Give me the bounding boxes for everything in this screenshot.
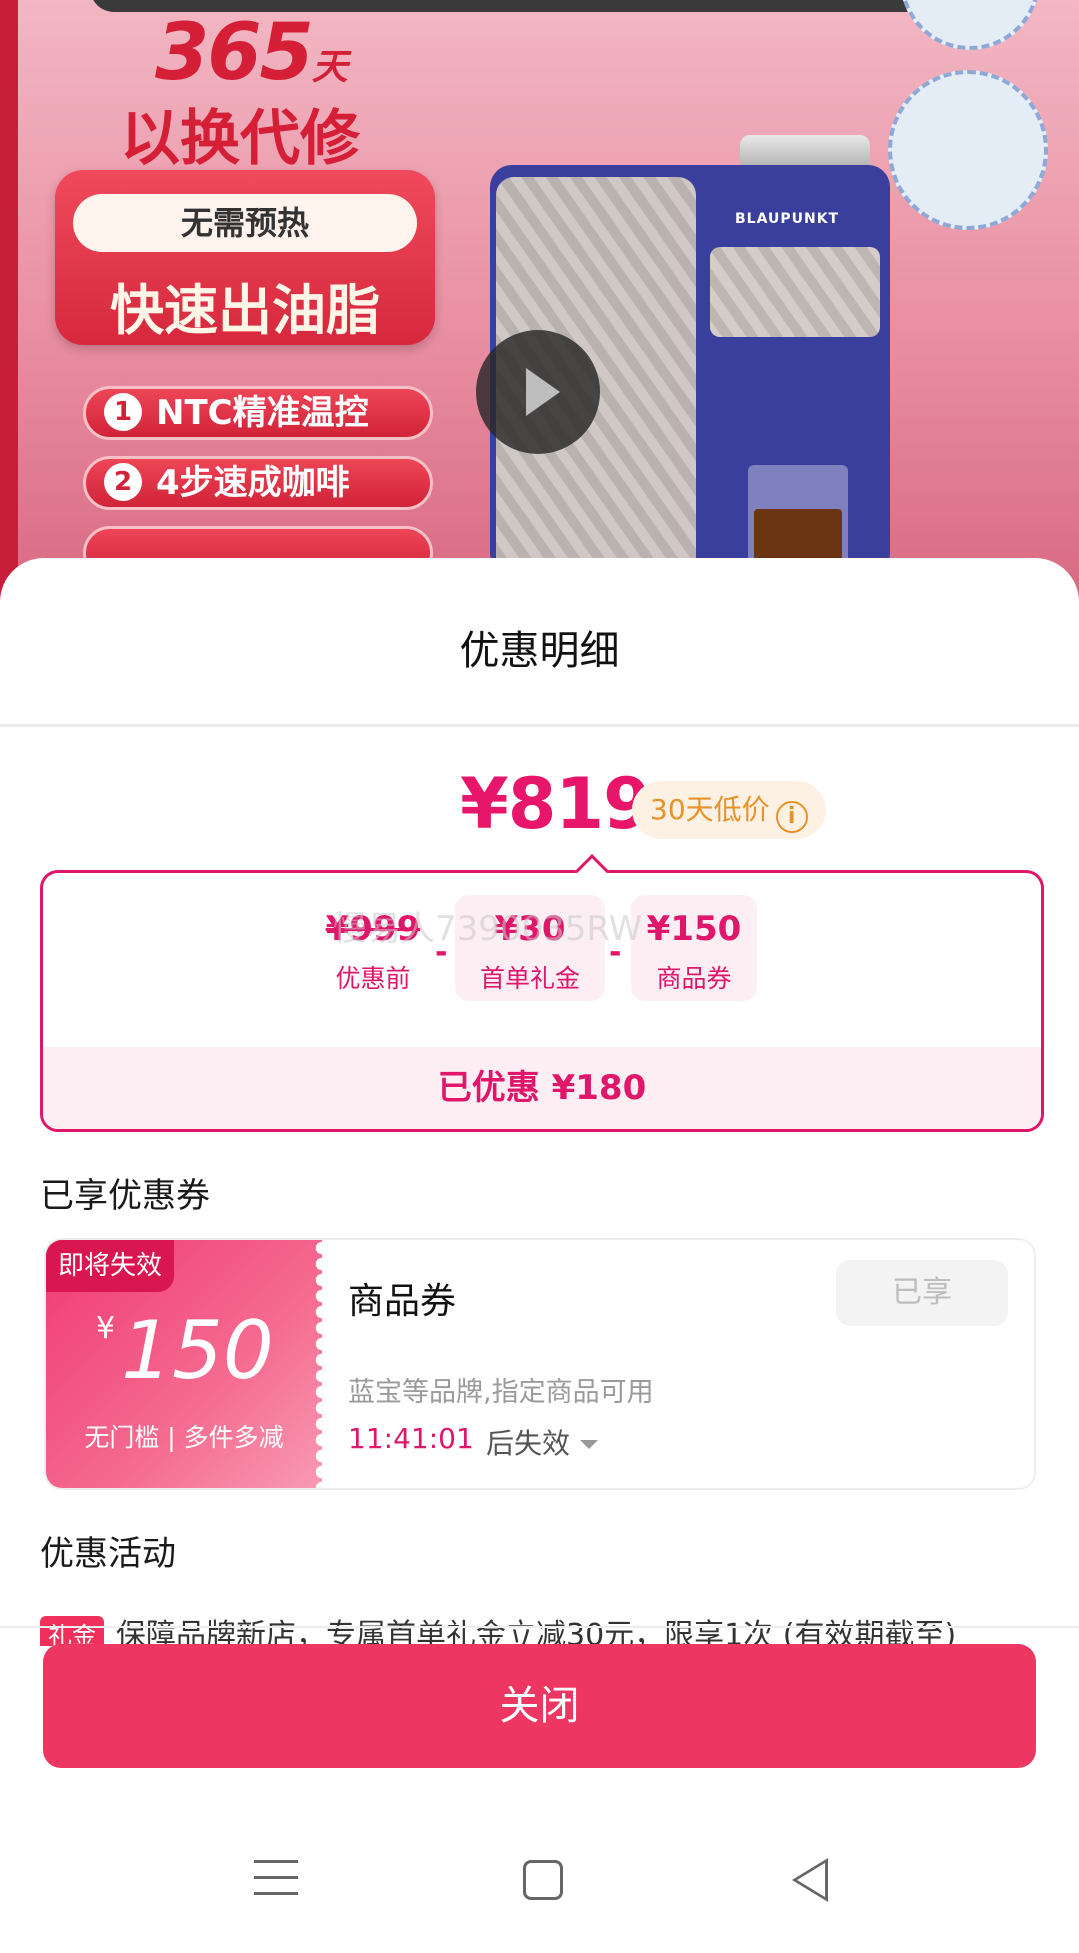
breakdown-coupon: ¥150 商品券 bbox=[631, 895, 757, 1001]
activity-item[interactable]: 礼金 保障品牌新店，专属首单礼金立减30元，限享1次 (有效期截至) bbox=[40, 1616, 1040, 1646]
banner-edge bbox=[0, 0, 18, 600]
breakdown-gift: ¥30 首单礼金 bbox=[455, 895, 605, 1001]
expiring-tag: 即将失效 bbox=[46, 1240, 175, 1292]
coupon-amount: ¥150 bbox=[96, 1304, 274, 1397]
sheet-title: 优惠明细 bbox=[459, 628, 620, 674]
temperature-badge bbox=[888, 70, 1048, 230]
coupon-description: 蓝宝等品牌,指定商品可用 bbox=[348, 1377, 654, 1408]
minus-sign: - bbox=[609, 935, 622, 970]
title-divider bbox=[0, 724, 1079, 727]
promo-card: 无需预热 快速出油脂 bbox=[55, 170, 435, 345]
promo-days: 365天 bbox=[155, 8, 348, 98]
play-icon[interactable] bbox=[476, 330, 600, 454]
saved-total: 已优惠 ¥180 bbox=[43, 1047, 1041, 1129]
price-breakdown-box: ¥999 优惠前 - ¥30 首单礼金 - ¥150 商品券 慢易人739003… bbox=[40, 854, 1044, 1132]
minus-sign: - bbox=[435, 935, 448, 970]
promo-repair-text: 以换代修 bbox=[120, 104, 360, 174]
coupon-countdown: 11:41:01 bbox=[348, 1422, 474, 1455]
low-price-badge[interactable]: 30天低价 i bbox=[632, 781, 826, 839]
coupon-card[interactable]: 即将失效 ¥150 无门槛 | 多件多减 商品券 已享 蓝宝等品牌,指定商品可用… bbox=[44, 1238, 1036, 1490]
system-nav-bar bbox=[0, 1840, 1079, 1953]
machine-brand: BLAUPUNKT bbox=[735, 211, 840, 227]
coupon-used-button[interactable]: 已享 bbox=[836, 1260, 1008, 1326]
info-icon[interactable]: i bbox=[775, 801, 808, 833]
low-price-label: 30天低价 bbox=[650, 793, 770, 826]
promo-feature-1: 1 NTC精准温控 bbox=[83, 386, 433, 440]
coupon-value-panel: 即将失效 ¥150 无门槛 | 多件多减 bbox=[46, 1240, 330, 1488]
chevron-down-icon bbox=[580, 1440, 599, 1449]
coupon-condition: 无门槛 | 多件多减 bbox=[84, 1423, 284, 1452]
activity-tag: 礼金 bbox=[40, 1616, 104, 1646]
footer-divider bbox=[0, 1626, 1079, 1628]
original-price-label: 优惠前 bbox=[335, 964, 411, 993]
temperature-badge-top bbox=[900, 0, 1040, 50]
back-icon[interactable] bbox=[792, 1858, 828, 1902]
home-icon[interactable] bbox=[523, 1860, 563, 1900]
coupon-label: 商品券 bbox=[656, 964, 732, 993]
activity-text: 保障品牌新店，专属首单礼金立减30元，限享1次 (有效期截至) bbox=[116, 1618, 957, 1646]
coupon-name: 商品券 bbox=[348, 1281, 457, 1322]
promo-graphic: 365天 以换代修 无需预热 快速出油脂 1 NTC精准温控 2 4步速成咖啡 bbox=[55, 0, 445, 600]
product-banner: 365天 以换代修 无需预热 快速出油脂 1 NTC精准温控 2 4步速成咖啡 BL… bbox=[0, 0, 1079, 600]
breakdown-pointer bbox=[575, 854, 609, 888]
promo-feature-2: 2 4步速成咖啡 bbox=[83, 456, 433, 510]
price-row: ¥819 30天低价 i bbox=[0, 763, 1079, 853]
menu-icon[interactable] bbox=[254, 1860, 298, 1904]
original-price: ¥999 bbox=[325, 909, 421, 949]
breakdown-original: ¥999 优惠前 bbox=[313, 895, 433, 1001]
coupon-amount-value: ¥150 bbox=[646, 909, 742, 949]
final-price: ¥819 bbox=[460, 763, 652, 845]
close-button[interactable]: 关闭 bbox=[43, 1644, 1036, 1768]
activity-section-title: 优惠活动 bbox=[40, 1534, 176, 1574]
promo-fast-text: 快速出油脂 bbox=[110, 279, 380, 342]
gift-label: 首单礼金 bbox=[479, 964, 580, 993]
coupon-expiry-toggle[interactable]: 后失效 bbox=[486, 1422, 599, 1462]
machine-head bbox=[710, 247, 880, 337]
coupons-section-title: 已享优惠券 bbox=[40, 1176, 210, 1216]
gift-amount: ¥30 bbox=[494, 909, 566, 949]
promo-no-preheat: 无需预热 bbox=[73, 194, 417, 252]
discount-detail-sheet: 优惠明细 ¥819 30天低价 i ¥999 优惠前 - ¥30 首单礼金 - ¥… bbox=[0, 558, 1079, 1953]
